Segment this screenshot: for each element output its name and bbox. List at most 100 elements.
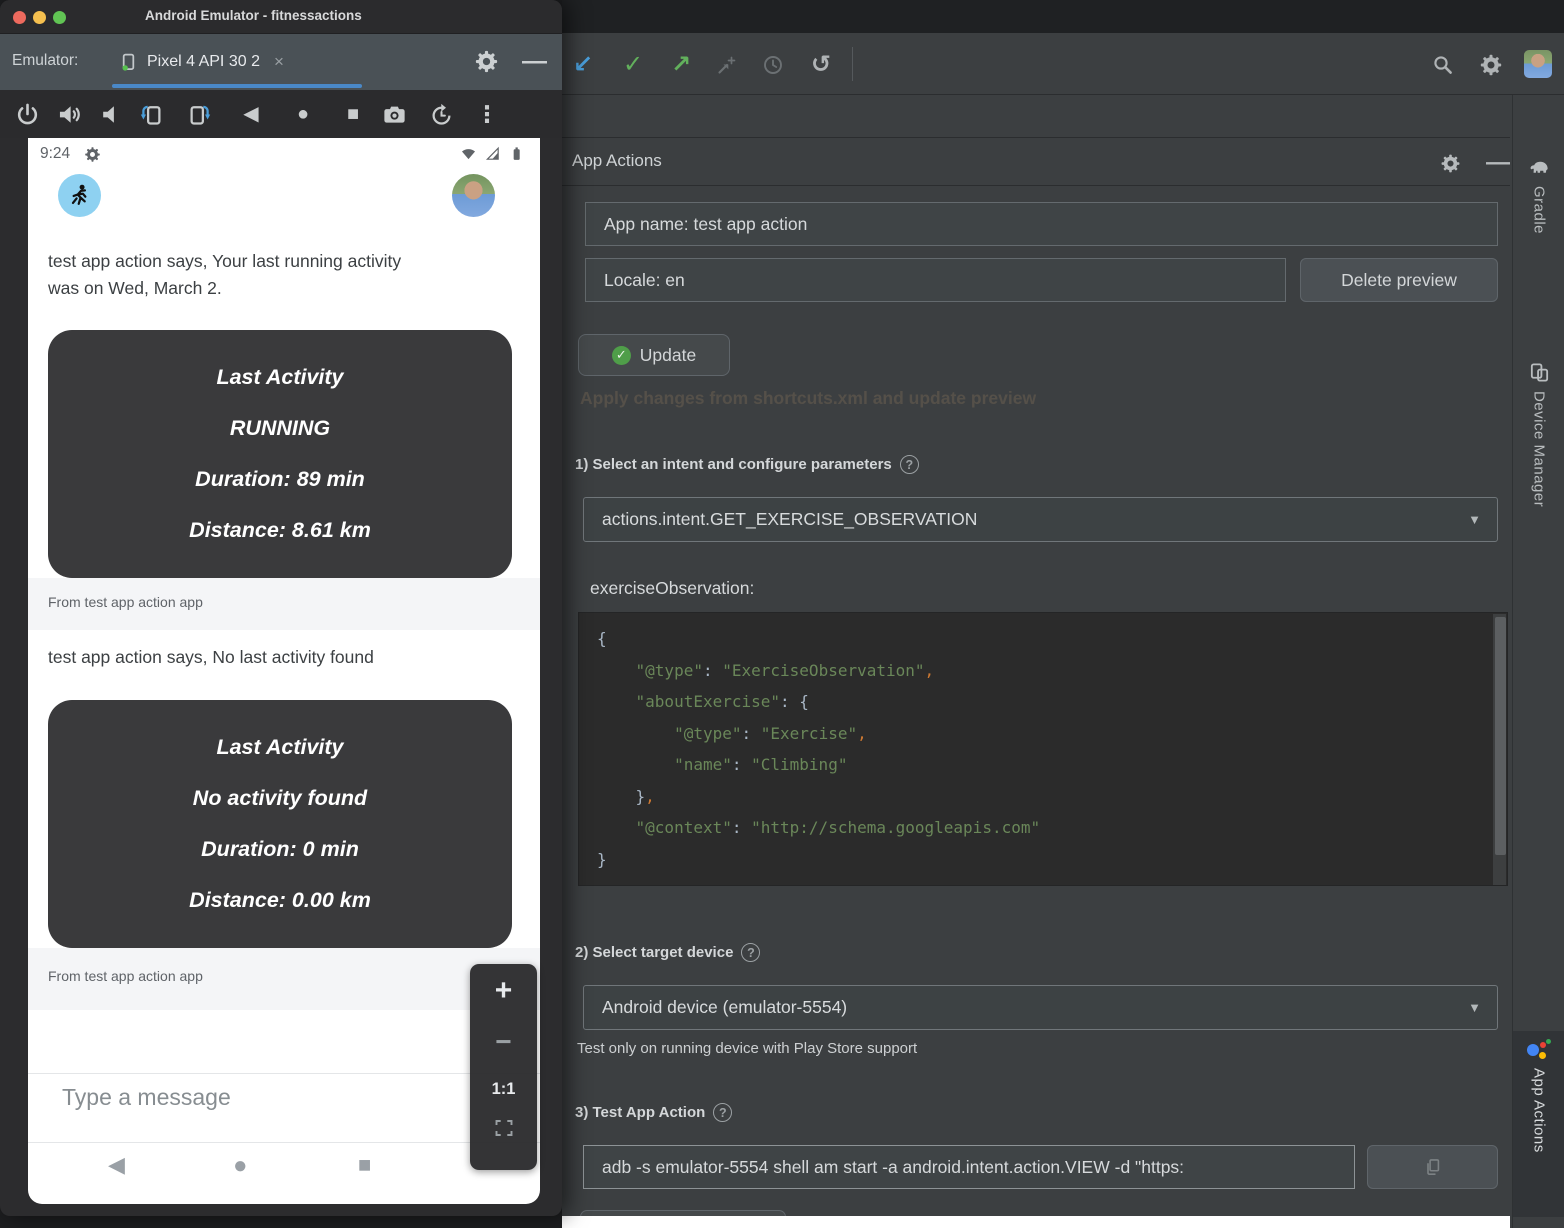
screenshot-camera-button[interactable] <box>380 100 408 128</box>
status-gear-icon <box>84 146 101 163</box>
android-studio-window: ↙ ✓ ↗ ↺ App Actions — App name: test app… <box>562 0 1564 1228</box>
search-everywhere-icon[interactable] <box>1430 52 1456 78</box>
emulator-label: Emulator: <box>12 52 78 70</box>
emulator-settings-gear-icon[interactable] <box>474 49 499 74</box>
panel-minimize-icon[interactable]: — <box>1486 151 1510 175</box>
phone-screen: 9:24 test app action says, Your last run… <box>28 138 540 1204</box>
delete-preview-button[interactable]: Delete preview <box>1300 258 1498 302</box>
zoom-out-button[interactable]: − <box>470 1026 537 1058</box>
app-name-value: App name: test app action <box>604 214 807 235</box>
runner-icon <box>66 182 93 209</box>
cellular-icon <box>484 145 501 162</box>
code-scrollbar-thumb[interactable] <box>1495 617 1506 855</box>
copy-icon <box>1423 1157 1443 1177</box>
chevron-down-icon: ▼ <box>1468 1000 1481 1015</box>
chat-message-1: test app action says, Your last running … <box>48 248 401 302</box>
macos-minimize-button[interactable] <box>33 11 46 24</box>
target-device-dropdown[interactable]: Android device (emulator-5554) ▼ <box>583 985 1498 1030</box>
wifi-icon <box>460 145 477 162</box>
vcs-commit-check-icon[interactable]: ✓ <box>620 52 646 78</box>
device-manager-icon <box>1528 361 1551 384</box>
android-home-button[interactable]: ● <box>233 1154 248 1178</box>
adb-command-value: adb -s emulator-5554 shell am start -a a… <box>602 1157 1184 1178</box>
screenshot-root: ↙ ✓ ↗ ↺ App Actions — App name: test app… <box>0 0 1564 1228</box>
rotate-right-button[interactable] <box>185 100 213 128</box>
chevron-down-icon: ▼ <box>1468 512 1481 527</box>
section-3-label: 3) Test App Action ? <box>575 1103 732 1122</box>
panel-title: App Actions <box>572 151 662 171</box>
phone-icon <box>118 52 139 73</box>
fit-screen-icon <box>492 1116 516 1140</box>
battery-icon <box>508 145 525 162</box>
adb-command-field[interactable]: adb -s emulator-5554 shell am start -a a… <box>583 1145 1355 1189</box>
section-1-label: 1) Select an intent and configure parame… <box>575 455 919 474</box>
update-check-icon: ✓ <box>612 346 631 365</box>
emulator-minimize-icon[interactable]: — <box>522 47 547 76</box>
volume-down-button[interactable] <box>96 100 124 128</box>
tab-gradle[interactable]: Gradle <box>1513 148 1564 320</box>
rotate-left-button[interactable] <box>137 100 165 128</box>
more-options-button[interactable]: ⋮ <box>473 100 501 128</box>
macos-close-button[interactable] <box>13 11 26 24</box>
macos-zoom-button[interactable] <box>53 11 66 24</box>
emulator-zoom-panel: + − 1:1 <box>470 964 537 1170</box>
vcs-update-icon[interactable]: ↙ <box>570 52 596 78</box>
assistant-app-avatar <box>58 174 101 217</box>
window-title: Android Emulator - fitnessactions <box>145 8 362 23</box>
android-overview-button[interactable]: ■ <box>358 1154 371 1176</box>
undo-icon[interactable]: ↺ <box>808 52 834 78</box>
emulator-controls-toolbar: ◀ ● ■ ⋮ <box>0 90 562 138</box>
from-app-caption: From test app action app <box>48 594 203 610</box>
parameter-label: exerciseObservation: <box>590 578 754 599</box>
last-activity-card-none: Last Activity No activity found Duration… <box>48 700 512 948</box>
tool-window-strip: Gradle Device Manager App Actions <box>1512 95 1564 1228</box>
power-button[interactable] <box>13 100 41 128</box>
android-emulator-window: Android Emulator - fitnessactions Emulat… <box>0 0 562 1216</box>
divider <box>28 1142 540 1143</box>
last-activity-card-running: Last Activity RUNNING Duration: 89 min D… <box>48 330 512 578</box>
tab-close-icon[interactable]: × <box>274 52 284 72</box>
help-icon[interactable]: ? <box>713 1103 732 1122</box>
volume-up-button[interactable] <box>55 100 83 128</box>
user-profile-avatar <box>452 174 495 217</box>
message-input[interactable]: Type a message <box>62 1084 231 1111</box>
studio-main-toolbar: ↙ ✓ ↗ ↺ <box>562 33 1564 95</box>
bottom-white-strip <box>562 1216 1510 1228</box>
copy-command-button[interactable] <box>1367 1145 1498 1189</box>
settings-gear-icon[interactable] <box>1478 52 1504 78</box>
locale-field[interactable]: Locale: en <box>585 258 1286 302</box>
tab-app-actions[interactable]: App Actions <box>1513 1031 1564 1217</box>
from-app-caption: From test app action app <box>48 968 203 984</box>
user-avatar[interactable] <box>1524 50 1552 78</box>
device-tab-pixel4[interactable]: Pixel 4 API 30 2 × <box>118 44 284 80</box>
update-button[interactable]: ✓ Update <box>578 334 730 376</box>
target-device-value: Android device (emulator-5554) <box>602 997 847 1018</box>
home-button[interactable]: ● <box>289 100 317 128</box>
vcs-push-icon[interactable]: ↗ <box>668 52 694 78</box>
intent-dropdown-value: actions.intent.GET_EXERCISE_OBSERVATION <box>602 509 977 530</box>
help-icon[interactable]: ? <box>741 943 760 962</box>
zoom-1to1-button[interactable]: 1:1 <box>470 1080 537 1099</box>
app-actions-panel-header: App Actions — <box>562 137 1510 186</box>
emulator-titlebar: Android Emulator - fitnessactions <box>0 0 562 34</box>
intent-parameter-json-editor[interactable]: { "@type": "ExerciseObservation", "about… <box>578 612 1508 886</box>
help-icon[interactable]: ? <box>900 455 919 474</box>
locale-value: Locale: en <box>604 270 685 291</box>
fit-to-screen-button[interactable] <box>470 1116 537 1145</box>
update-hint-text: Apply changes from shortcuts.xml and upd… <box>580 388 1036 409</box>
android-back-button[interactable]: ◀ <box>108 1154 125 1176</box>
panel-settings-gear-icon[interactable] <box>1438 151 1462 175</box>
studio-titlebar-strip <box>562 0 1564 33</box>
chat-message-2: test app action says, No last activity f… <box>48 644 374 671</box>
back-button[interactable]: ◀ <box>237 100 265 128</box>
attach-debugger-icon[interactable] <box>714 52 740 78</box>
snapshot-button[interactable] <box>427 100 455 128</box>
toolbar-separator <box>852 47 853 81</box>
zoom-in-button[interactable]: + <box>470 974 537 1008</box>
intent-dropdown[interactable]: actions.intent.GET_EXERCISE_OBSERVATION … <box>583 497 1498 542</box>
overview-button[interactable]: ■ <box>339 100 367 128</box>
history-clock-icon[interactable] <box>760 52 786 78</box>
divider <box>28 1073 540 1074</box>
app-name-field[interactable]: App name: test app action <box>585 202 1498 246</box>
tab-device-manager[interactable]: Device Manager <box>1513 353 1564 643</box>
